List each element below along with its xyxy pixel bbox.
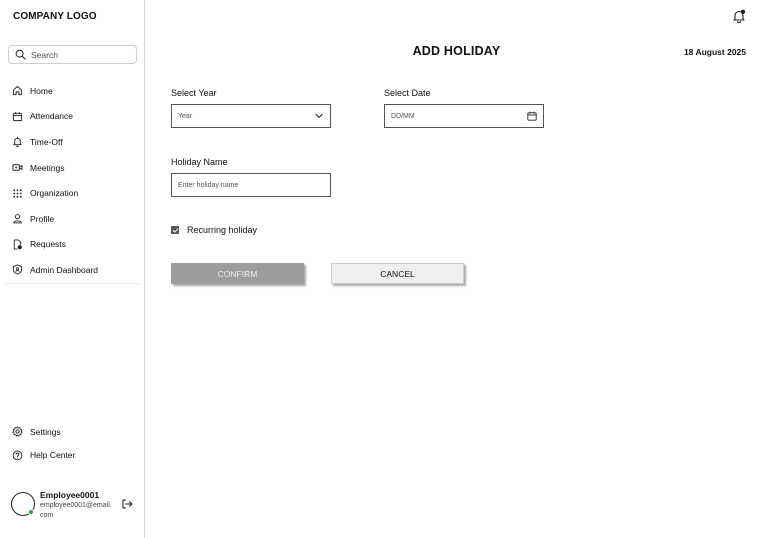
calendar-icon[interactable] bbox=[527, 111, 537, 121]
confirm-button[interactable]: CONFIRM bbox=[171, 263, 304, 284]
page-title: ADD HOLIDAY bbox=[412, 44, 501, 58]
date-input[interactable]: DD/MM bbox=[384, 104, 544, 128]
sidebar-item-meetings[interactable]: Meetings bbox=[0, 155, 145, 181]
select-date-label: Select Date bbox=[384, 88, 431, 98]
sidebar-divider bbox=[5, 283, 140, 284]
sidebar-item-home[interactable]: Home bbox=[0, 78, 145, 104]
online-status-dot bbox=[28, 509, 34, 515]
user-icon bbox=[13, 214, 22, 224]
sidebar-item-label: Organization bbox=[30, 188, 79, 199]
user-email: employee0001@email.com bbox=[40, 502, 112, 519]
sidebar-item-label: Settings bbox=[30, 426, 61, 437]
sidebar-item-time-off[interactable]: Time-Off bbox=[0, 129, 145, 155]
sidebar-item-label: Time-Off bbox=[30, 136, 63, 147]
sidebar-item-label: Home bbox=[30, 85, 53, 96]
document-icon bbox=[13, 239, 22, 250]
year-select-value: Year bbox=[178, 112, 193, 120]
sidebar-item-label: Attendance bbox=[30, 111, 74, 122]
recurring-checkbox[interactable] bbox=[171, 226, 179, 234]
logout-icon[interactable] bbox=[121, 498, 133, 510]
grid-icon bbox=[13, 189, 22, 198]
sidebar-item-help-center[interactable]: Help Center bbox=[0, 444, 145, 468]
gear-icon bbox=[12, 426, 23, 437]
sidebar-item-organization[interactable]: Organization bbox=[0, 180, 145, 206]
sidebar-item-profile[interactable]: Profile bbox=[0, 206, 145, 232]
help-icon bbox=[12, 450, 23, 461]
checkmark-icon bbox=[172, 227, 178, 233]
company-logo: COMPANY LOGO bbox=[13, 11, 97, 22]
home-icon bbox=[12, 86, 23, 96]
holiday-name-input[interactable]: Enter holiday name bbox=[171, 173, 331, 197]
sidebar-item-label: Meetings bbox=[30, 162, 65, 173]
video-icon bbox=[12, 164, 23, 171]
recurring-label: Recurring holiday bbox=[187, 225, 258, 235]
sidebar-item-label: Help Center bbox=[30, 450, 76, 461]
sidebar-item-settings[interactable]: Settings bbox=[0, 420, 145, 444]
search-input[interactable]: Search bbox=[8, 45, 137, 64]
chevron-down-icon bbox=[315, 113, 323, 119]
search-placeholder: Search bbox=[31, 49, 58, 60]
sidebar-item-attendance[interactable]: Attendance bbox=[0, 104, 145, 130]
shield-icon bbox=[12, 264, 23, 275]
bottom-nav: Settings Help Center bbox=[0, 420, 145, 467]
main-nav: Home Attendance Time-Off Meetings Organi… bbox=[0, 78, 145, 283]
user-name: Employee0001 bbox=[40, 490, 100, 500]
calendar-icon bbox=[12, 111, 23, 121]
notification-bell-icon[interactable] bbox=[732, 9, 746, 23]
holiday-name-placeholder: Enter holiday name bbox=[178, 181, 239, 189]
search-icon bbox=[15, 49, 26, 60]
year-select[interactable]: Year bbox=[171, 104, 331, 128]
sidebar-item-label: Profile bbox=[30, 213, 55, 224]
sidebar-item-requests[interactable]: Requests bbox=[0, 232, 145, 258]
bell-icon bbox=[13, 137, 22, 148]
select-year-label: Select Year bbox=[171, 88, 217, 98]
sidebar: COMPANY LOGO Search Home Attendance Time… bbox=[0, 0, 145, 538]
sidebar-item-label: Requests bbox=[30, 239, 66, 250]
sidebar-item-label: Admin Dashboard bbox=[30, 264, 99, 275]
sidebar-item-admin-dashboard[interactable]: Admin Dashboard bbox=[0, 257, 145, 283]
user-card[interactable]: Employee0001 employee0001@email.com bbox=[11, 490, 141, 530]
date-input-placeholder: DD/MM bbox=[391, 112, 415, 120]
current-date: 18 August 2025 bbox=[683, 47, 746, 57]
cancel-button[interactable]: CANCEL bbox=[331, 263, 464, 284]
holiday-name-label: Holiday Name bbox=[171, 157, 228, 167]
